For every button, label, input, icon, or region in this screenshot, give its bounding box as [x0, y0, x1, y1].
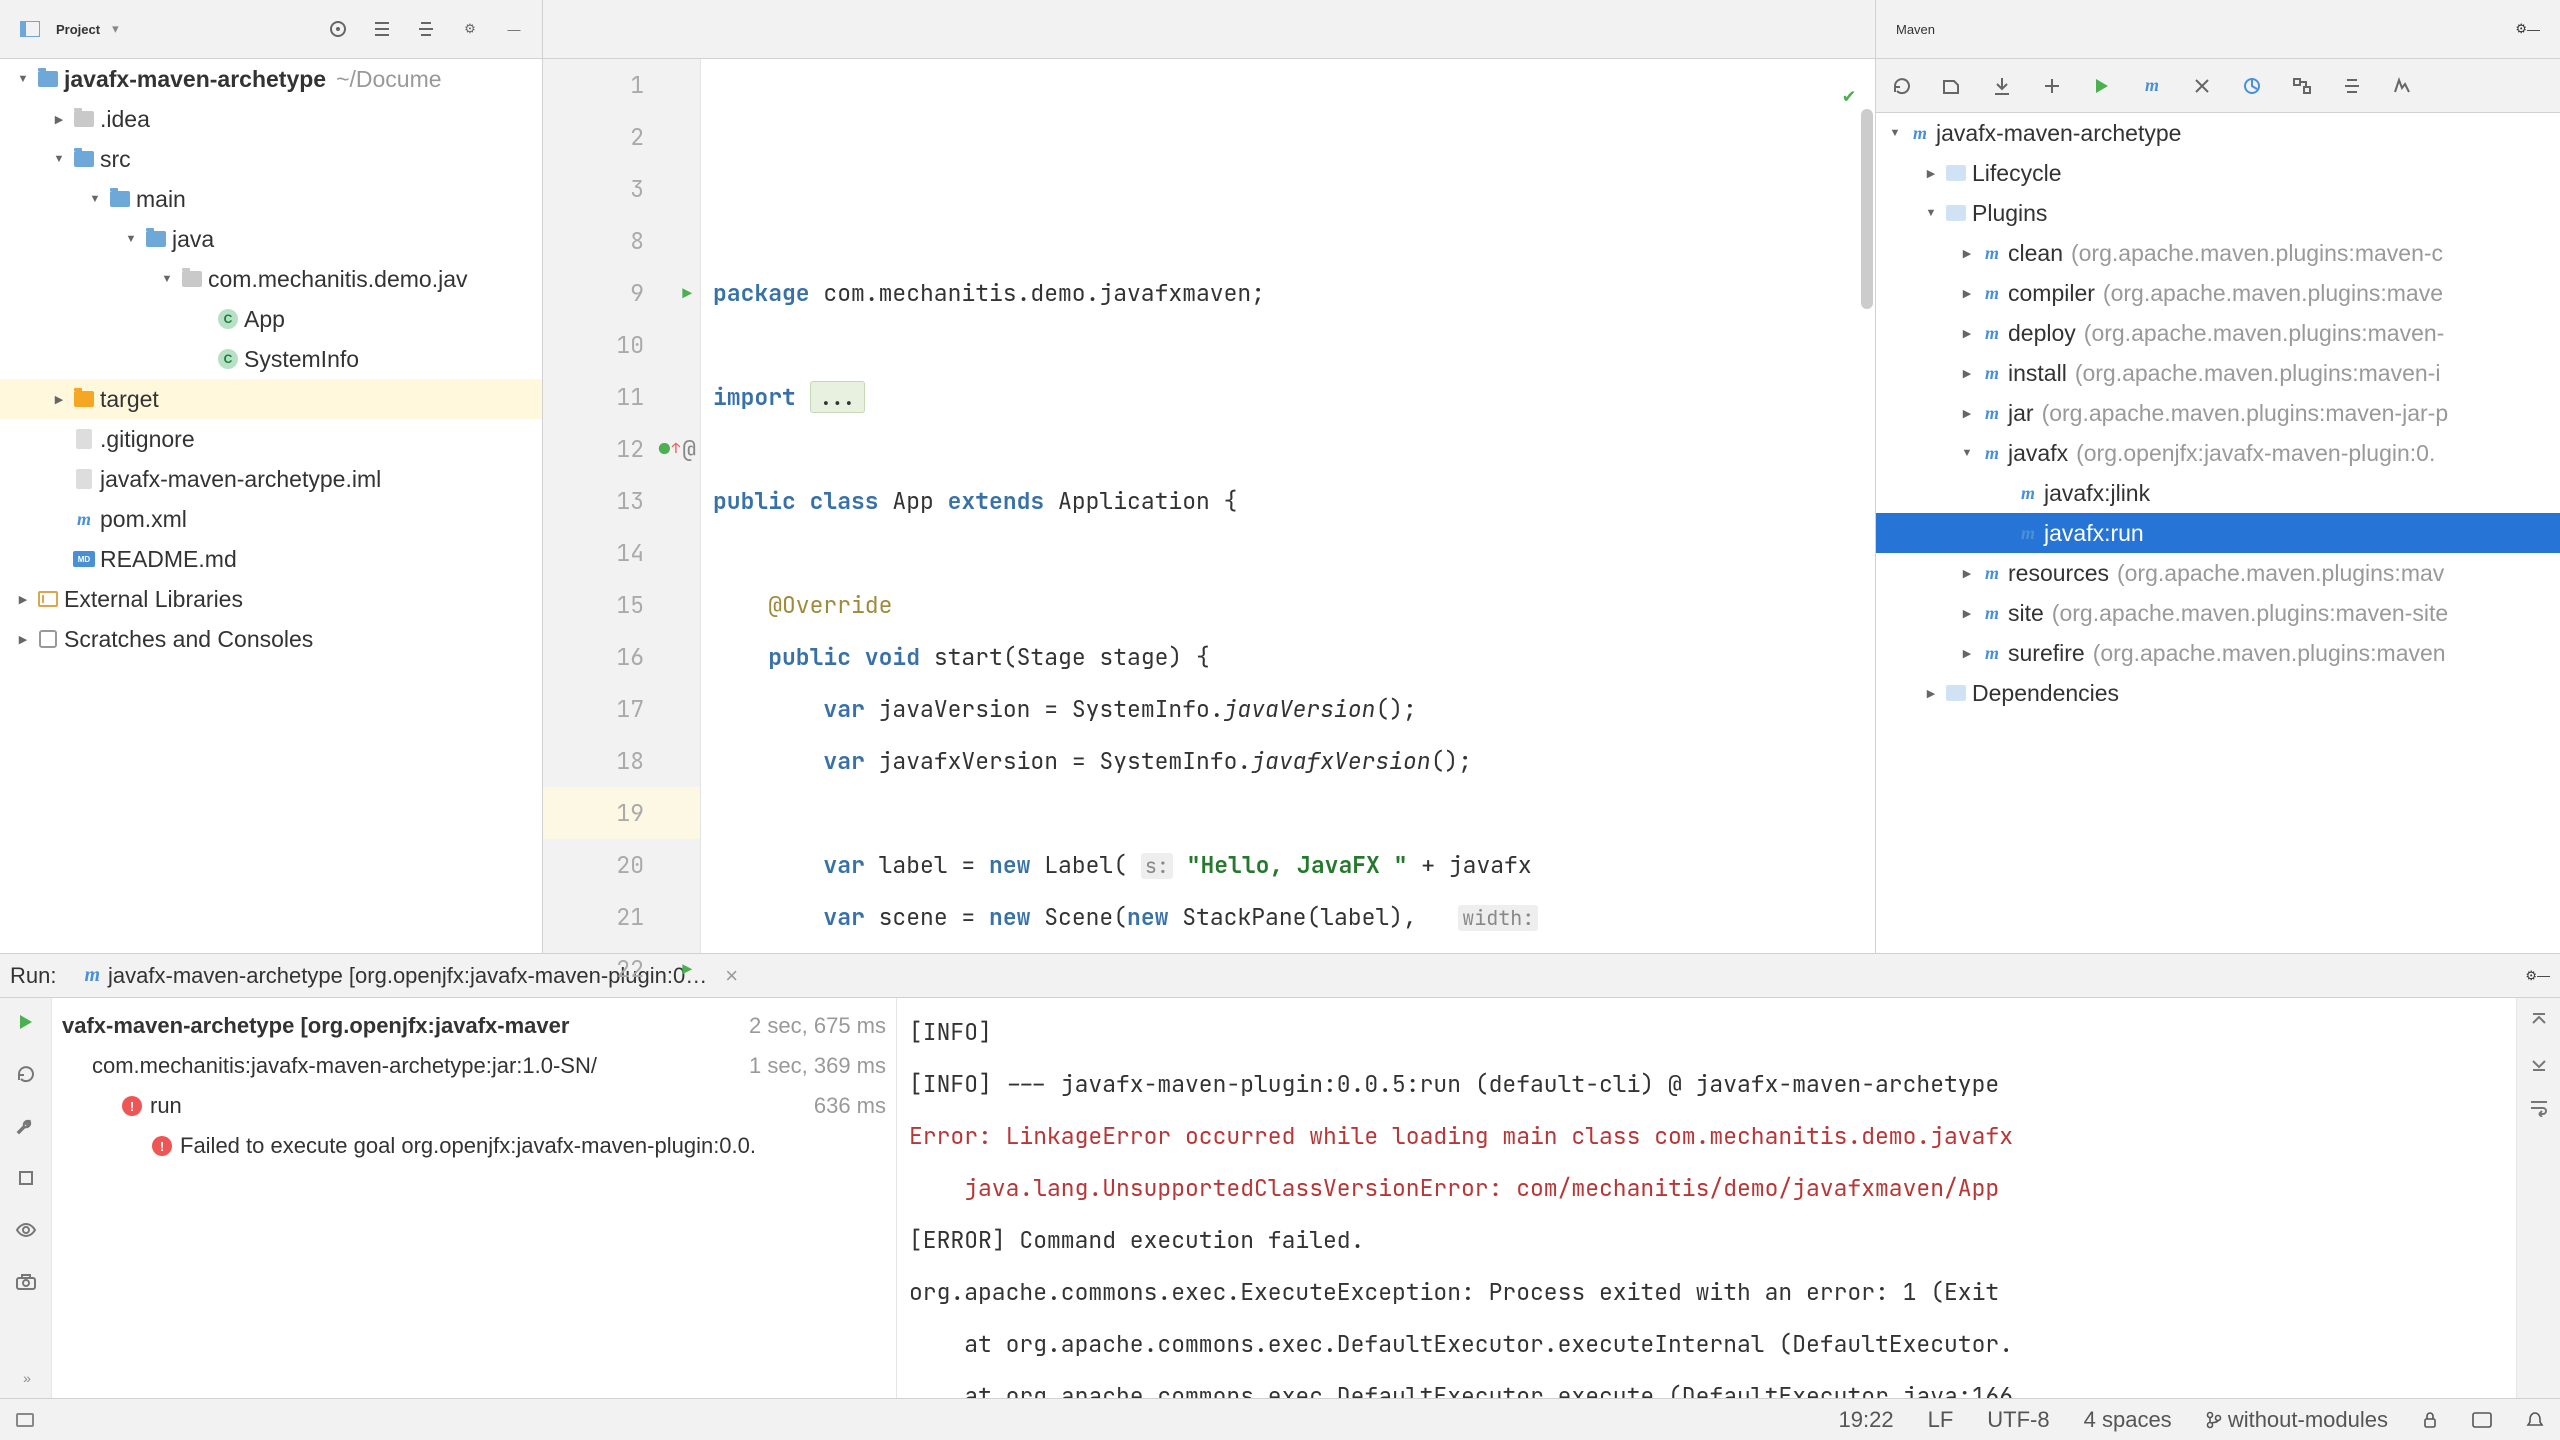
more-icon[interactable]: »	[23, 1370, 28, 1386]
maven-tree-item[interactable]: ▶msurefire(org.apache.maven.plugins:mave…	[1876, 633, 2560, 673]
toggle-skip-tests-icon[interactable]	[2240, 74, 2264, 98]
scroll-up-icon[interactable]	[2527, 1008, 2551, 1032]
maven-icon: m	[84, 964, 100, 987]
run-tool-window: Run: m javafx-maven-archetype [org.openj…	[0, 953, 2560, 1398]
inspector-icon[interactable]	[2472, 1412, 2492, 1428]
rerun-icon[interactable]	[14, 1010, 38, 1034]
maven-tree[interactable]: ▼ m javafx-maven-archetype ▶Lifecycle▼Pl…	[1876, 113, 2560, 953]
run-icon[interactable]	[2090, 74, 2114, 98]
run-console[interactable]: [INFO][INFO] --- javafx-maven-plugin:0.0…	[897, 998, 2516, 1398]
expand-all-icon[interactable]	[368, 15, 396, 43]
editor-gutter: 12389▶101112●↑@13141516171819202122▶	[543, 59, 701, 953]
maven-tree-item[interactable]: ▶mjar(org.apache.maven.plugins:maven-jar…	[1876, 393, 2560, 433]
tree-item[interactable]: ▶External Libraries	[0, 579, 542, 619]
editor-code[interactable]: ✔ package com.mechanitis.demo.javafxmave…	[701, 59, 1875, 953]
execute-goal-icon[interactable]: m	[2140, 74, 2164, 98]
maven-tree-item[interactable]: ▶mresources(org.apache.maven.plugins:mav	[1876, 553, 2560, 593]
tree-item[interactable]: ▼java	[0, 219, 542, 259]
run-tree-row[interactable]: com.mechanitis:javafx-maven-archetype:ja…	[52, 1046, 896, 1086]
chevron-down-icon[interactable]: ▾	[112, 21, 119, 37]
run-tree-row[interactable]: !run636 ms	[52, 1086, 896, 1126]
maven-tree-item[interactable]: ▼Plugins	[1876, 193, 2560, 233]
tree-item[interactable]: ▶target	[0, 379, 542, 419]
stop-icon[interactable]	[14, 1166, 38, 1190]
maven-tree-item[interactable]: ▼mjavafx(org.openjfx:javafx-maven-plugin…	[1876, 433, 2560, 473]
tree-item[interactable]: mpom.xml	[0, 499, 542, 539]
run-header: Run: m javafx-maven-archetype [org.openj…	[0, 954, 2560, 998]
git-branch[interactable]: without-modules	[2206, 1407, 2388, 1433]
show-dependencies-icon[interactable]	[2290, 74, 2314, 98]
run-label: Run:	[10, 963, 56, 989]
maven-tree-item[interactable]: ▶mclean(org.apache.maven.plugins:maven-c	[1876, 233, 2560, 273]
tree-item[interactable]: ▶.idea	[0, 99, 542, 139]
settings-icon[interactable]	[2390, 74, 2414, 98]
maven-tree-item[interactable]: ▶Lifecycle	[1876, 153, 2560, 193]
run-build-tree[interactable]: vafx-maven-archetype [org.openjfx:javafx…	[52, 998, 897, 1398]
maven-tree-item[interactable]: ▶minstall(org.apache.maven.plugins:maven…	[1876, 353, 2560, 393]
scroll-down-icon[interactable]	[2527, 1052, 2551, 1076]
tree-item[interactable]: ▼main	[0, 179, 542, 219]
reload-icon[interactable]	[1890, 74, 1914, 98]
run-tree-row[interactable]: !Failed to execute goal org.openjfx:java…	[52, 1126, 896, 1166]
add-icon[interactable]	[2040, 74, 2064, 98]
maven-tree-item[interactable]: ▶mcompiler(org.apache.maven.plugins:mave	[1876, 273, 2560, 313]
camera-icon[interactable]	[14, 1270, 38, 1294]
maven-panel-header: Maven ⚙ —	[1875, 0, 2560, 58]
project-panel-header: Project ▾ ⚙ —	[0, 0, 543, 58]
scrollbar-vertical[interactable]	[1861, 109, 1873, 309]
tree-item[interactable]: MDREADME.md	[0, 539, 542, 579]
maven-tree-item[interactable]: ▶msite(org.apache.maven.plugins:maven-si…	[1876, 593, 2560, 633]
minimize-icon[interactable]: —	[2537, 968, 2550, 983]
console-toolbar	[2516, 998, 2560, 1398]
cursor-position[interactable]: 19:22	[1839, 1407, 1894, 1433]
project-tree[interactable]: ▼ javafx-maven-archetype ~/Docume ▶.idea…	[0, 59, 543, 953]
tree-item[interactable]: CSystemInfo	[0, 339, 542, 379]
project-view-icon	[18, 17, 42, 41]
toggle-offline-icon[interactable]	[2190, 74, 2214, 98]
collapse-all-icon[interactable]	[412, 15, 440, 43]
maven-panel: m ▼ m javafx-maven-archetype ▶Lifecycle▼…	[1875, 59, 2560, 953]
gear-icon[interactable]: ⚙	[2525, 968, 2537, 984]
tree-item[interactable]: javafx-maven-archetype.iml	[0, 459, 542, 499]
line-separator[interactable]: LF	[1928, 1407, 1954, 1433]
tree-item[interactable]: ▼com.mechanitis.demo.jav	[0, 259, 542, 299]
minimize-icon[interactable]: —	[500, 15, 528, 43]
maven-root[interactable]: ▼ m javafx-maven-archetype	[1876, 113, 2560, 153]
encoding[interactable]: UTF-8	[1987, 1407, 2049, 1433]
tree-item[interactable]: ▼src	[0, 139, 542, 179]
project-root[interactable]: ▼ javafx-maven-archetype ~/Docume	[0, 59, 542, 99]
minimize-icon[interactable]: —	[2527, 22, 2540, 37]
lock-icon[interactable]	[2422, 1411, 2438, 1429]
maven-title: Maven	[1896, 22, 1935, 37]
tree-item[interactable]: CApp	[0, 299, 542, 339]
show-icon[interactable]	[14, 1218, 38, 1242]
download-icon[interactable]	[1990, 74, 2014, 98]
gear-icon[interactable]: ⚙	[2515, 21, 2527, 37]
notifications-icon[interactable]	[2526, 1411, 2544, 1429]
maven-tree-item[interactable]: mjavafx:jlink	[1876, 473, 2560, 513]
maven-tree-item[interactable]: ▶mdeploy(org.apache.maven.plugins:maven-	[1876, 313, 2560, 353]
check-ok-icon: ✔	[1843, 69, 1855, 121]
tool-windows-icon[interactable]	[16, 1413, 34, 1427]
tree-item[interactable]: .gitignore	[0, 419, 542, 459]
gear-icon[interactable]: ⚙	[456, 15, 484, 43]
status-bar: 19:22 LF UTF-8 4 spaces without-modules	[0, 1398, 2560, 1440]
project-panel-title[interactable]: Project	[56, 22, 100, 37]
rerun-failed-icon[interactable]	[14, 1062, 38, 1086]
tree-item[interactable]: ▶Scratches and Consoles	[0, 619, 542, 659]
maven-tree-item[interactable]: ▶Dependencies	[1876, 673, 2560, 713]
indent[interactable]: 4 spaces	[2084, 1407, 2172, 1433]
collapse-all-icon[interactable]	[2340, 74, 2364, 98]
maven-toolbar: m	[1876, 59, 2560, 113]
code-editor[interactable]: 12389▶101112●↑@13141516171819202122▶ ✔ p…	[543, 59, 1875, 953]
select-file-icon[interactable]	[324, 15, 352, 43]
generate-sources-icon[interactable]	[1940, 74, 1964, 98]
maven-tree-item[interactable]: mjavafx:run	[1876, 513, 2560, 553]
run-tree-row[interactable]: vafx-maven-archetype [org.openjfx:javafx…	[52, 1006, 896, 1046]
close-tab-icon[interactable]: ×	[725, 963, 738, 989]
soft-wrap-icon[interactable]	[2527, 1096, 2551, 1120]
wrench-icon[interactable]	[14, 1114, 38, 1138]
run-side-toolbar: »	[0, 998, 52, 1398]
